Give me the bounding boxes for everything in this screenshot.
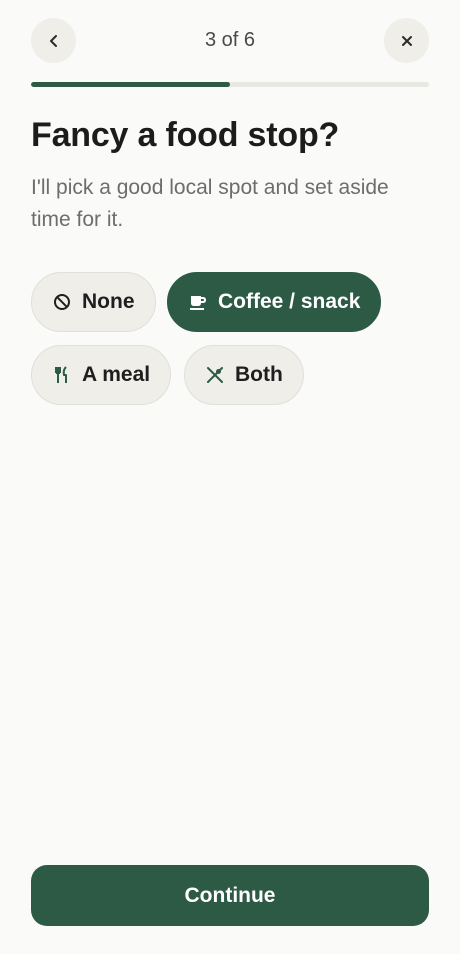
question-title: Fancy a food stop?	[31, 116, 340, 154]
close-icon	[401, 35, 412, 46]
option-meal-chip[interactable]: A meal	[31, 345, 172, 405]
fork-knife-icon	[52, 365, 72, 385]
close-button[interactable]	[384, 18, 429, 63]
option-label: Coffee / snack	[218, 290, 361, 313]
option-coffee-snack-chip[interactable]: Coffee / snack	[167, 272, 382, 332]
option-label: None	[82, 290, 135, 313]
question-subtitle: I'll pick a good local spot and set asid…	[31, 176, 389, 231]
option-label: Both	[235, 363, 283, 386]
step-indicator: 3 of 6	[204, 29, 256, 51]
top-bar: 3 of 6	[31, 18, 429, 63]
option-both-chip[interactable]: Both	[184, 345, 304, 405]
option-label: A meal	[82, 363, 151, 386]
crossed-utensils-icon	[205, 365, 225, 385]
continue-button[interactable]: Continue	[31, 865, 429, 926]
progress-bar	[31, 82, 429, 87]
progress-bar-fill	[31, 82, 230, 87]
coffee-cup-icon	[188, 292, 208, 312]
option-none-chip[interactable]: None	[31, 272, 156, 332]
no-entry-icon	[52, 292, 72, 312]
